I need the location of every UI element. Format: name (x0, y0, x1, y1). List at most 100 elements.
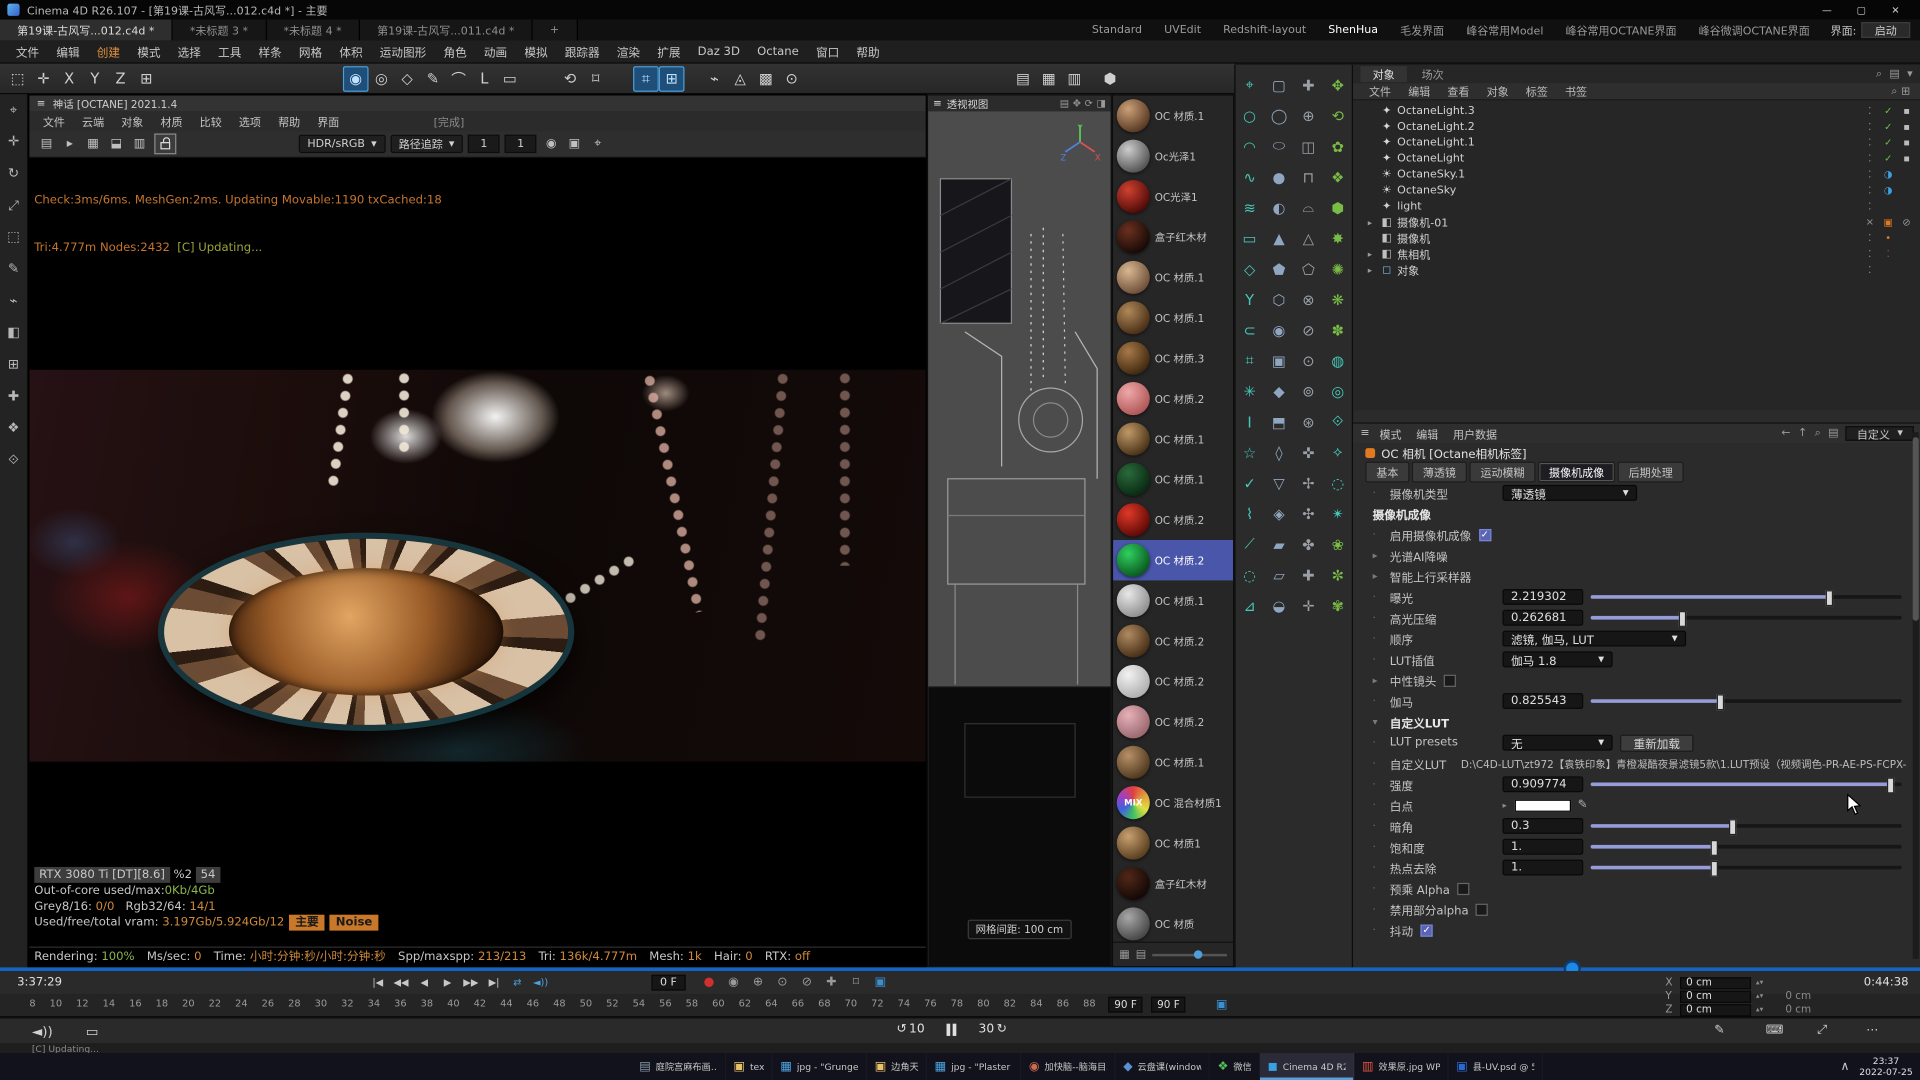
object-item[interactable]: ◧ 摄像机 ⁚ • (1353, 230, 1920, 246)
taskbar-item[interactable]: ◆ 云盘课(windows64)… (1116, 1053, 1210, 1080)
object-item[interactable]: ✦ light ⁚ (1353, 198, 1920, 214)
palette-tool-icon[interactable]: ⊕ (1294, 100, 1323, 131)
manager-header-icon[interactable]: ⌕ (1876, 68, 1882, 80)
material-item[interactable]: OC 材质.2 (1113, 702, 1233, 742)
toolbar-icon[interactable]: ✛ (31, 66, 57, 92)
taskbar-item[interactable]: ❖ 微信 (1210, 1053, 1260, 1080)
visibility-dots[interactable]: ⁚ (1864, 264, 1876, 275)
pause-button[interactable] (947, 1023, 957, 1035)
lut-presets-dropdown[interactable]: 无▾ (1502, 735, 1612, 751)
enabled-mark[interactable]: ✓ (1882, 137, 1894, 148)
eyedropper-icon[interactable]: ✎ (1578, 798, 1588, 811)
palette-tool-icon[interactable]: I (1235, 407, 1264, 438)
octane-view-icon[interactable]: ◉ (541, 134, 561, 154)
range-start-field[interactable]: 90 F (1108, 997, 1143, 1013)
minimize-button[interactable]: — (1810, 0, 1844, 20)
palette-tool-icon[interactable]: △ (1294, 223, 1323, 254)
menu-item[interactable]: 窗口 (807, 43, 847, 60)
custom-lut-section-header[interactable]: ▾ 自定义LUT (1353, 711, 1920, 732)
interface-dropdown[interactable]: 启动 (1861, 22, 1910, 38)
layout-tab[interactable]: 毛发界面 (1389, 22, 1455, 38)
palette-tool-icon[interactable]: Y (1235, 284, 1264, 315)
octane-view-icon[interactable]: ⌖ (588, 134, 608, 154)
attribute-tab[interactable]: 摄像机成像 (1538, 462, 1615, 483)
object-item[interactable]: ☀ OctaneSky.1 ⁚ ◑ (1353, 167, 1920, 183)
toolbar-icon[interactable]: ⬚ (5, 66, 31, 92)
visibility-dots[interactable]: ⁚ (1864, 137, 1876, 148)
om-menu-item[interactable]: 标签 (1517, 83, 1556, 99)
menu-item[interactable]: 文件 (7, 43, 47, 60)
material-item[interactable]: OC 材质1 (1113, 823, 1233, 863)
tag-mark[interactable] (1900, 233, 1912, 244)
toolbar-icon[interactable]: ◇ (394, 66, 420, 92)
enabled-mark[interactable]: • (1882, 233, 1894, 244)
material-item[interactable]: OC 材质.2 (1113, 621, 1233, 661)
palette-tool-icon[interactable]: ✾ (1323, 590, 1352, 621)
menu-item[interactable]: 创建 (88, 43, 128, 60)
layout-tab[interactable]: Redshift-layout (1212, 24, 1317, 36)
toolbar-icon[interactable]: ▥ (1062, 66, 1088, 92)
octane-menu-item[interactable]: 界面 (309, 113, 348, 129)
record-button[interactable]: ⊙ (774, 973, 791, 990)
material-item[interactable]: OC 材质.1 (1113, 419, 1233, 459)
layout-tab[interactable]: 峰谷常用OCTANE界面 (1554, 22, 1687, 38)
palette-tool-icon[interactable]: ⊓ (1294, 162, 1323, 193)
gamma-slider[interactable] (1591, 699, 1902, 703)
palette-tool-icon[interactable]: ◉ (1264, 315, 1293, 346)
vignette-slider[interactable] (1591, 824, 1902, 828)
material-item[interactable]: OC 材质.1 (1113, 580, 1233, 620)
tag-mark[interactable] (1900, 249, 1912, 260)
record-button[interactable]: ⌑ (847, 973, 864, 990)
taskbar-item[interactable]: ◼ Cinema 4D R26.1… (1260, 1053, 1354, 1080)
material-item[interactable]: MIX OC 混合材质1 (1113, 782, 1233, 822)
palette-tool-icon[interactable]: ⬡ (1264, 284, 1293, 315)
octane-menu-item[interactable]: 材质 (152, 113, 191, 129)
octane-tool-icon[interactable]: ▸ (60, 134, 80, 154)
tool-icon[interactable]: ⌁ (3, 290, 24, 311)
visibility-dots[interactable]: ⁚ (1864, 201, 1876, 212)
camera-type-dropdown[interactable]: 薄透镜▾ (1502, 485, 1637, 501)
tool-icon[interactable]: ✚ (3, 386, 24, 407)
menu-item[interactable]: 角色 (435, 43, 475, 60)
tag-mark[interactable] (1900, 264, 1912, 275)
palette-tool-icon[interactable]: ⊂ (1235, 315, 1264, 346)
palette-tool-icon[interactable]: ◠ (1235, 131, 1264, 162)
menu-item[interactable]: 编辑 (48, 43, 88, 60)
octane-tool-icon[interactable]: ▥ (130, 134, 150, 154)
octane-tool-icon[interactable]: ▦ (83, 134, 103, 154)
attribute-nav-icon[interactable]: ⌕ (1815, 427, 1821, 439)
attribute-nav-icon[interactable]: ← (1781, 427, 1790, 439)
material-item[interactable]: Oc光泽1 (1113, 136, 1233, 176)
palette-tool-icon[interactable]: ◇ (1235, 253, 1264, 284)
attribute-menu-item[interactable]: 模式 (1372, 426, 1409, 442)
toolbar-icon[interactable]: ⌑ (583, 66, 609, 92)
document-tab[interactable]: + (533, 20, 578, 41)
palette-tool-icon[interactable]: ▭ (1235, 223, 1264, 254)
current-frame-field[interactable]: 0 F (651, 975, 685, 991)
document-tab[interactable]: *未标题 4 * (266, 20, 360, 41)
palette-tool-icon[interactable]: ⬒ (1264, 407, 1293, 438)
strength-field[interactable]: 0.909774 (1502, 776, 1583, 792)
palette-tool-icon[interactable]: ✚ (1294, 560, 1323, 591)
attribute-menu-item[interactable]: 用户数据 (1446, 426, 1505, 442)
object-item[interactable]: ▸ ◧ 焦相机 ⁚ ⁚ (1353, 246, 1920, 262)
material-item[interactable]: OC 材质 (1113, 904, 1233, 942)
tool-icon[interactable]: ↻ (3, 163, 24, 184)
taskbar-item[interactable]: ◉ 加快脑--脑海目乐… (1022, 1053, 1116, 1080)
playback-button[interactable]: ◀ (414, 973, 435, 990)
document-tab[interactable]: 第19课-古风写...011.c4d * (360, 20, 533, 41)
jump-back-button[interactable]: ↺10 (896, 1022, 924, 1035)
palette-tool-icon[interactable]: ○ (1235, 100, 1264, 131)
palette-tool-icon[interactable]: ◫ (1294, 131, 1323, 162)
palette-tool-icon[interactable]: ⊗ (1294, 284, 1323, 315)
palette-tool-icon[interactable]: ✽ (1323, 315, 1352, 346)
toolbar-icon[interactable]: Y (82, 66, 108, 92)
palette-tool-icon[interactable]: ⬭ (1264, 131, 1293, 162)
palette-tool-icon[interactable]: ⬠ (1294, 253, 1323, 284)
object-item[interactable]: ☀ OctaneSky ⁚ ◑ (1353, 182, 1920, 198)
material-item[interactable]: 盒子红木材 (1113, 863, 1233, 903)
toolbar-icon[interactable]: Z (108, 66, 134, 92)
visibility-dots[interactable]: ⁚ (1864, 153, 1876, 164)
layout-tab[interactable]: 峰谷微调OCTANE界面 (1688, 22, 1821, 38)
layout-tab[interactable]: 峰谷常用Model (1455, 22, 1554, 38)
